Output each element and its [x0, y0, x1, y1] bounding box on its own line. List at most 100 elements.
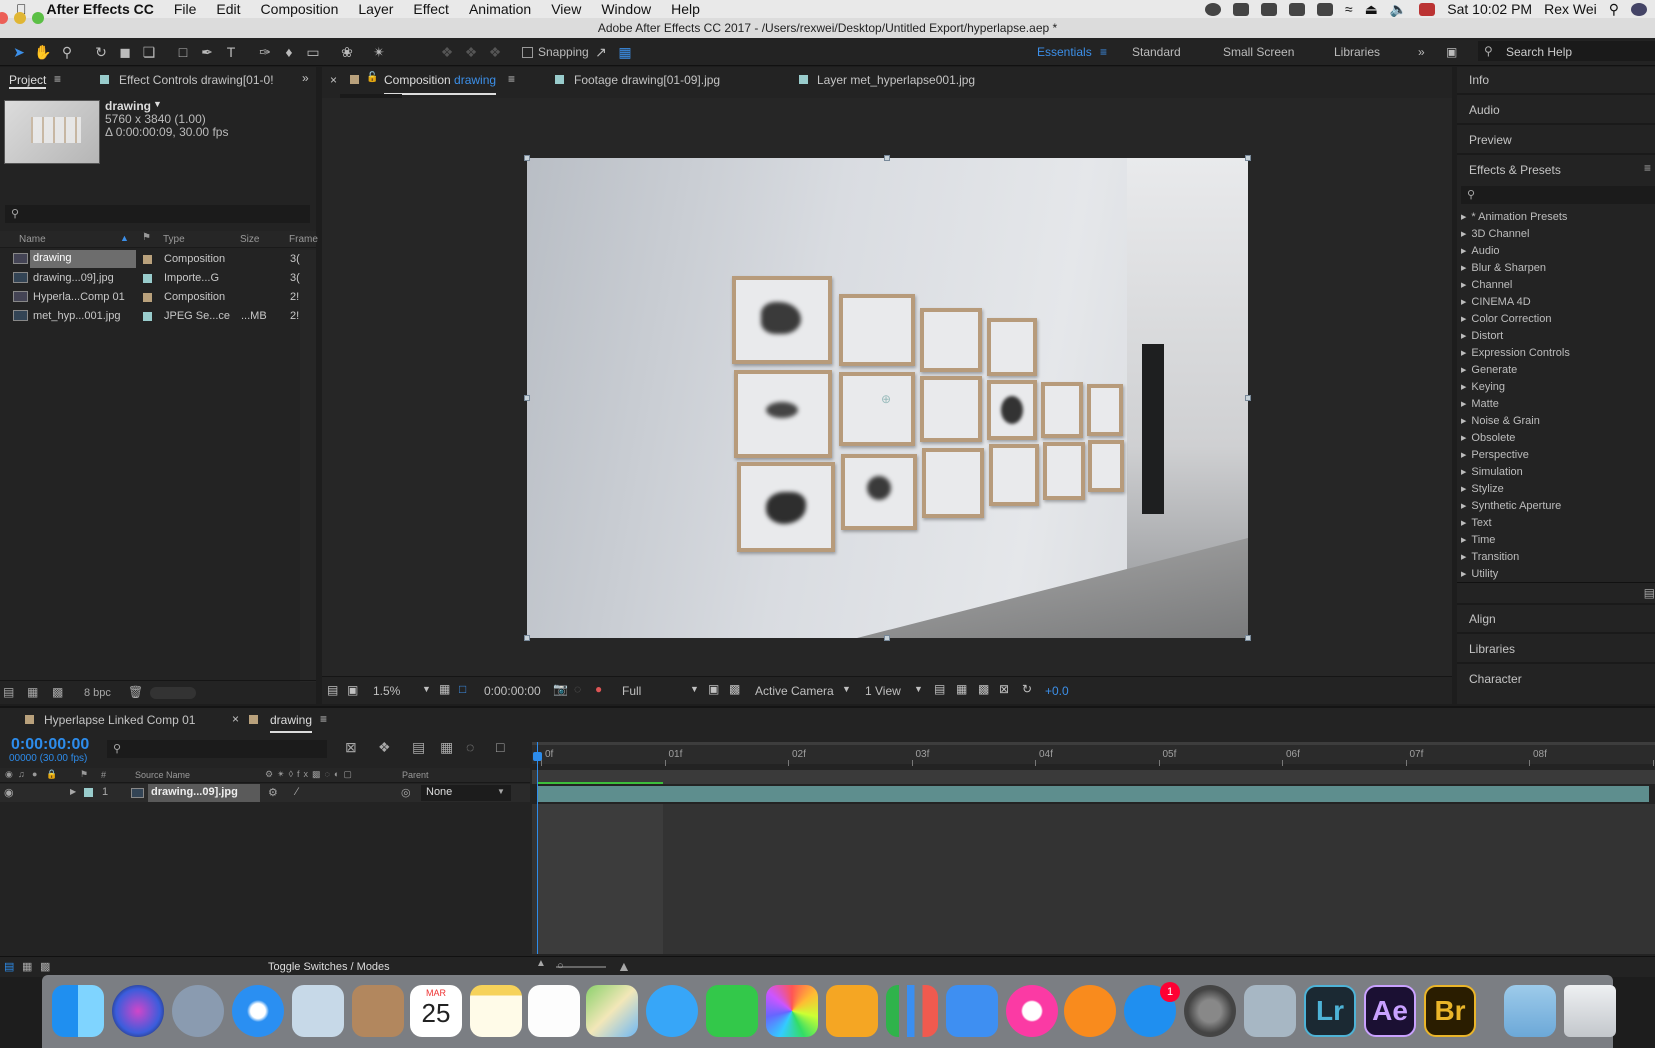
align-panel-header[interactable]: Align: [1469, 612, 1496, 626]
layer-duration-bar[interactable]: [538, 786, 1649, 802]
new-bin-icon[interactable]: ▤: [1644, 586, 1655, 600]
puppet-pin-tool-icon[interactable]: ✴: [370, 43, 388, 61]
menu-app-name[interactable]: After Effects CC: [37, 1, 164, 17]
finder-dock-icon[interactable]: [52, 985, 104, 1037]
hide-shy-layers-icon[interactable]: ▤: [412, 739, 425, 756]
project-menu-icon[interactable]: ≡: [54, 72, 61, 86]
menu-help[interactable]: Help: [661, 1, 710, 17]
bluetooth-icon[interactable]: [1260, 2, 1277, 16]
panel-overflow-icon[interactable]: »: [302, 71, 309, 85]
menu-edit[interactable]: Edit: [206, 1, 250, 17]
libraries-panel-header[interactable]: Libraries: [1469, 642, 1515, 656]
workspace-libraries[interactable]: Libraries: [1334, 45, 1380, 59]
flowchart-view-icon[interactable]: ⊠: [999, 682, 1009, 696]
preview-panel-header[interactable]: Preview: [1469, 133, 1512, 147]
close-timeline-tab-icon[interactable]: ×: [232, 712, 239, 726]
magnification-chevron-icon[interactable]: ▼: [422, 684, 431, 694]
sync-icon[interactable]: [1232, 2, 1249, 16]
source-name-column[interactable]: Source Name: [135, 770, 190, 780]
label-column-icon[interactable]: ⚑: [80, 769, 88, 780]
project-search-input[interactable]: ⚲: [5, 205, 310, 223]
facetime-dock-icon[interactable]: [706, 985, 758, 1037]
transform-handle[interactable]: [884, 635, 890, 641]
project-row[interactable]: drawing...09].jpg Importe...G 3(: [0, 269, 316, 287]
snap-edges-icon[interactable]: ↗: [592, 43, 610, 61]
solo-switch-icon[interactable]: ●: [32, 769, 37, 779]
transform-handle[interactable]: [524, 155, 530, 161]
menubar-clock[interactable]: Sat 10:02 PM: [1447, 1, 1532, 17]
rotate-tool-icon[interactable]: ↻: [92, 43, 110, 61]
timeline-menu-icon[interactable]: ≡: [320, 712, 327, 726]
trash-dock-icon[interactable]: [1564, 985, 1616, 1037]
zoom-out-icon[interactable]: ▲: [536, 958, 546, 969]
new-folder-icon[interactable]: ▦: [27, 685, 38, 699]
keynote-dock-icon[interactable]: [946, 985, 998, 1037]
new-composition-icon[interactable]: ▩: [52, 685, 63, 699]
transform-handle[interactable]: [884, 155, 890, 161]
camera-chevron-icon[interactable]: ▼: [842, 684, 851, 694]
monitor-icon[interactable]: ▣: [347, 683, 358, 697]
channel-icon[interactable]: ●: [595, 682, 602, 696]
siri-icon[interactable]: [1631, 2, 1647, 16]
display-icon[interactable]: [1316, 2, 1333, 16]
view-layout-dropdown[interactable]: 1 View: [865, 684, 901, 698]
column-size[interactable]: Size: [240, 234, 259, 245]
effects-search-input[interactable]: ⚲: [1461, 186, 1655, 204]
effect-category-item[interactable]: Color Correction: [1461, 313, 1551, 325]
project-scrollbar[interactable]: [300, 250, 316, 682]
effect-category-item[interactable]: Simulation: [1461, 466, 1522, 478]
transparency-grid-icon[interactable]: ▩: [729, 682, 740, 696]
workspace-overflow-icon[interactable]: »: [1418, 45, 1425, 59]
selection-tool-icon[interactable]: ➤: [10, 43, 28, 61]
effect-category-item[interactable]: Noise & Grain: [1461, 415, 1539, 427]
snapping-checkbox[interactable]: [522, 47, 533, 58]
effect-category-item[interactable]: Distort: [1461, 330, 1503, 342]
effect-category-item[interactable]: Matte: [1461, 398, 1499, 410]
project-horizontal-scroll[interactable]: [150, 687, 196, 699]
snapshot-icon[interactable]: 📷: [553, 682, 568, 696]
comp-mini-flowchart-icon[interactable]: ⊠: [345, 739, 357, 756]
spotlight-icon[interactable]: ⚲: [1609, 1, 1619, 18]
downloads-folder-dock-icon[interactable]: [1504, 985, 1556, 1037]
search-help-input[interactable]: ⚲ Search Help: [1478, 41, 1655, 61]
lock-switch-icon[interactable]: 🔒: [46, 769, 57, 780]
tab-hyperlapse-comp[interactable]: Hyperlapse Linked Comp 01: [44, 713, 195, 727]
tab-composition-drawing[interactable]: Composition drawing: [384, 73, 497, 95]
effect-category-item[interactable]: Stylize: [1461, 483, 1503, 495]
tab-footage[interactable]: Footage drawing[01-09].jpg: [574, 73, 720, 87]
time-ruler[interactable]: [532, 742, 1655, 764]
effect-category-item[interactable]: Time: [1461, 534, 1495, 546]
zoom-tool-icon[interactable]: ⚲: [58, 43, 76, 61]
system-preferences-dock-icon[interactable]: [1184, 985, 1236, 1037]
safari-dock-icon[interactable]: [232, 985, 284, 1037]
eraser-tool-icon[interactable]: ▭: [304, 43, 322, 61]
effect-category-item[interactable]: Obsolete: [1461, 432, 1515, 444]
mask-visibility-icon[interactable]: □: [459, 682, 466, 696]
effect-category-item[interactable]: Keying: [1461, 381, 1505, 393]
layer-switches-toggle-icon[interactable]: ▤: [4, 960, 14, 973]
photoshop-scripts-dock-icon[interactable]: [1244, 985, 1296, 1037]
view-layout-chevron-icon[interactable]: ▼: [914, 684, 923, 694]
roto-brush-tool-icon[interactable]: ❀: [338, 43, 356, 61]
camera-view-dropdown[interactable]: Active Camera: [755, 684, 834, 698]
pan-behind-tool-icon[interactable]: ❏: [140, 43, 158, 61]
rectangle-tool-icon[interactable]: □: [174, 43, 192, 61]
eject-icon[interactable]: ⏏: [1365, 1, 1378, 18]
brush-tool-icon[interactable]: ✑: [256, 43, 274, 61]
workspace-standard[interactable]: Standard: [1132, 45, 1181, 59]
calendar-dock-icon[interactable]: MAR 25: [410, 985, 462, 1037]
motion-blur-icon[interactable]: ◌: [466, 739, 474, 755]
composition-tab-menu-icon[interactable]: ≡: [508, 72, 515, 86]
audio-switch-icon[interactable]: ♫: [18, 769, 25, 779]
resolution-chevron-icon[interactable]: ▼: [690, 684, 699, 694]
column-name[interactable]: Name: [19, 234, 46, 245]
transfer-controls-icon[interactable]: ▦: [22, 960, 32, 973]
effect-category-item[interactable]: Utility: [1461, 568, 1498, 580]
collapse-transform-switch-icon[interactable]: ⚙: [268, 786, 278, 799]
tab-layer[interactable]: Layer met_hyperlapse001.jpg: [817, 73, 975, 87]
preview-dock-icon[interactable]: [292, 985, 344, 1037]
draft-3d-icon[interactable]: ❖: [378, 739, 391, 756]
timeline-icon[interactable]: ▩: [978, 682, 989, 696]
messages-dock-icon[interactable]: [646, 985, 698, 1037]
effects-presets-panel-header[interactable]: Effects & Presets: [1469, 163, 1561, 177]
